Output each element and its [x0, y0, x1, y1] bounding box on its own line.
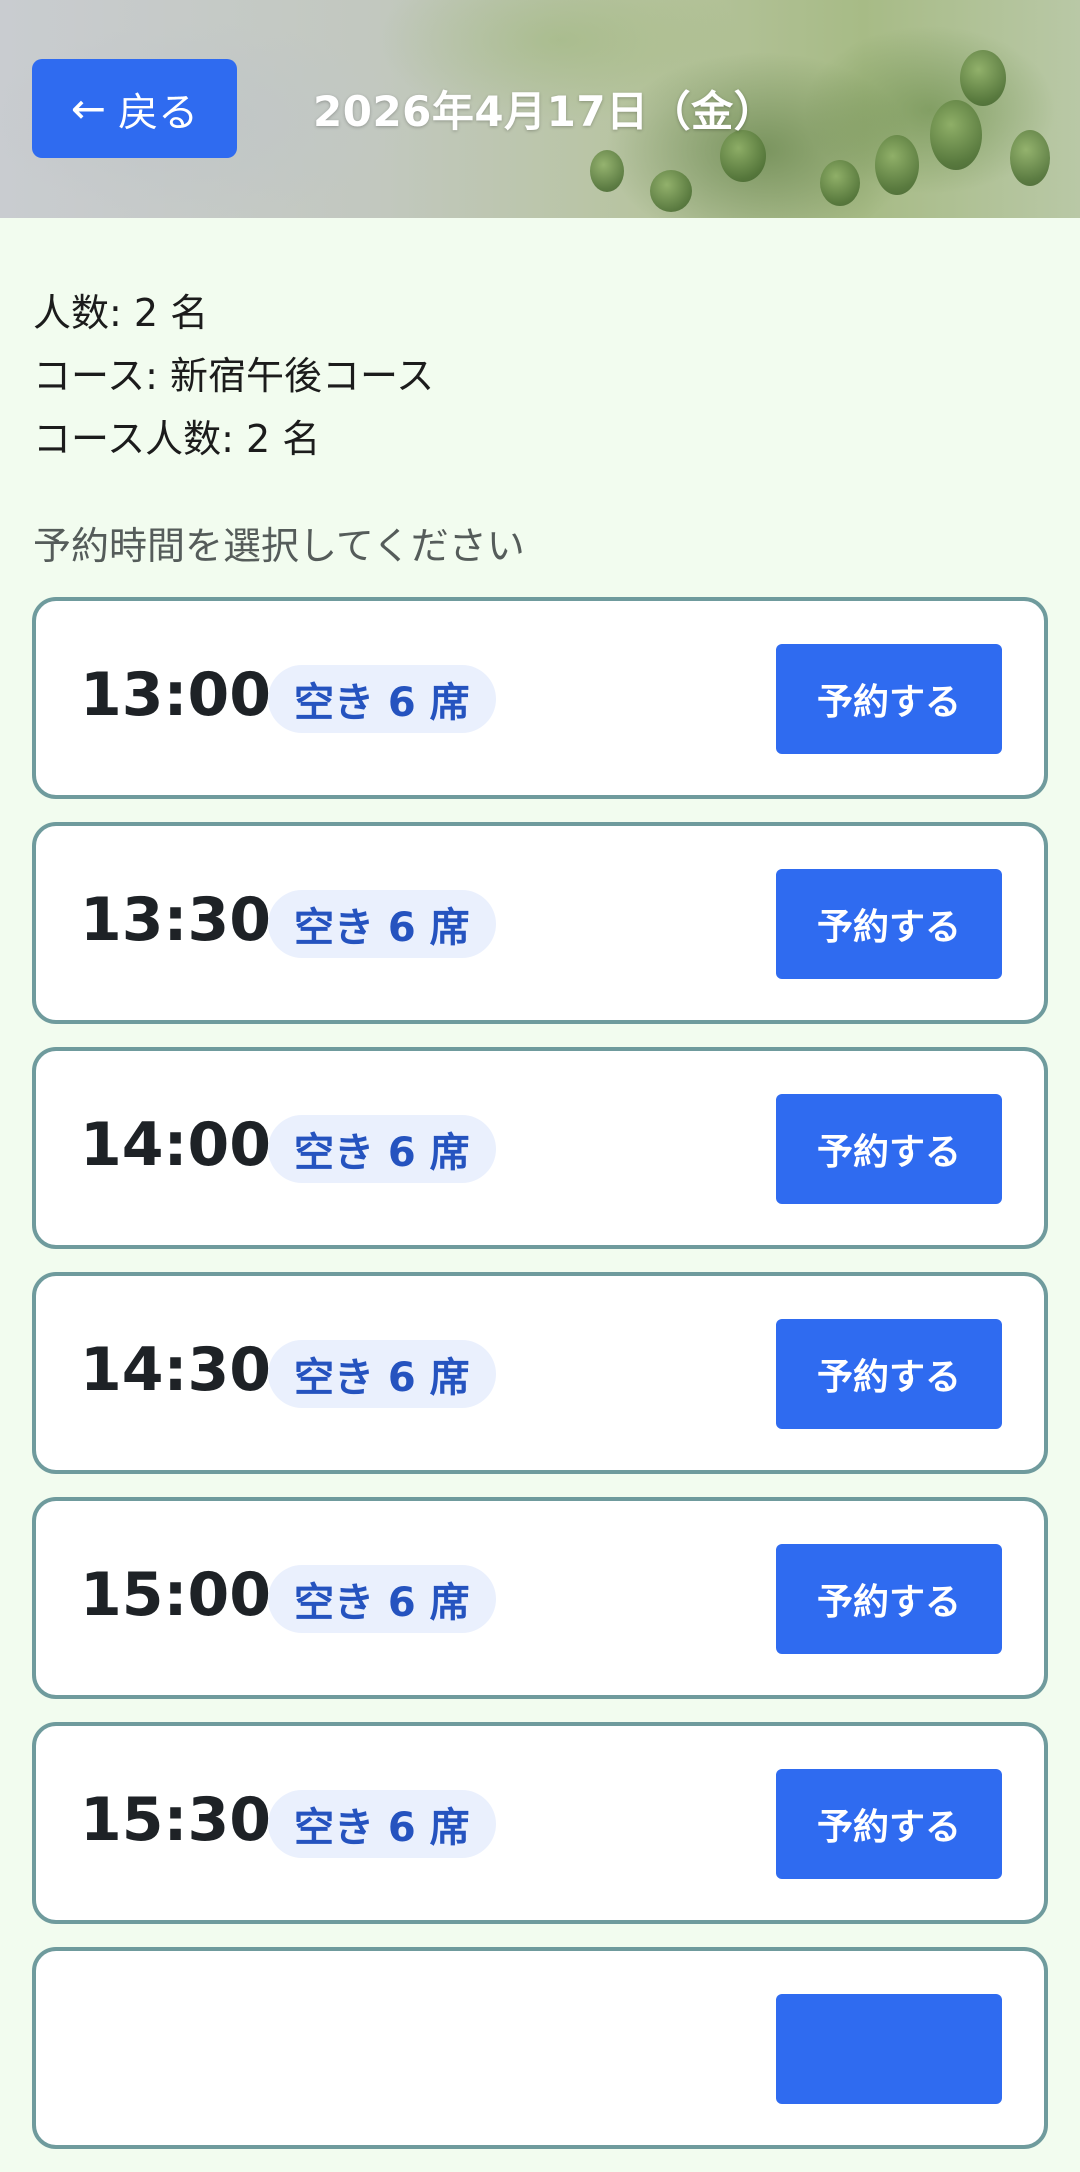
reserve-button[interactable]: 予約する	[776, 1544, 1002, 1654]
reserve-button[interactable]: 予約する	[776, 1769, 1002, 1879]
left-arrow-icon: ←	[70, 83, 107, 133]
flower-bud-image	[590, 150, 624, 192]
people-count: 人数: 2 名	[33, 291, 209, 335]
slot-time: 14:00	[80, 1110, 271, 1180]
time-slot-card: 15:00 空き 6 席 予約する	[32, 1497, 1048, 1699]
slot-time: 15:30	[80, 1785, 271, 1855]
reserve-button[interactable]: 予約する	[776, 869, 1002, 979]
course-people-count: コース人数: 2 名	[33, 417, 321, 461]
back-button[interactable]: ← 戻る	[32, 59, 237, 158]
reserve-button[interactable]: 予約する	[776, 1319, 1002, 1429]
seat-availability-badge: 空き 6 席	[268, 1790, 496, 1858]
slot-time: 15:00	[80, 1560, 271, 1630]
time-slot-list: 13:00 空き 6 席 予約する 13:30 空き 6 席 予約する 14:0…	[32, 597, 1048, 2172]
time-slot-card: 13:30 空き 6 席 予約する	[32, 822, 1048, 1024]
reserve-button[interactable]	[776, 1994, 1002, 2104]
header-banner: ← 戻る 2026年4月17日（金）	[0, 0, 1080, 218]
time-slot-card-partial	[32, 1947, 1048, 2149]
seat-availability-badge: 空き 6 席	[268, 665, 496, 733]
flower-bud-image	[1010, 130, 1050, 186]
seat-availability-badge: 空き 6 席	[268, 1115, 496, 1183]
slot-time: 13:30	[80, 885, 271, 955]
flower-bud-image	[960, 50, 1006, 106]
seat-availability-badge: 空き 6 席	[268, 1340, 496, 1408]
time-slot-card: 14:00 空き 6 席 予約する	[32, 1047, 1048, 1249]
reservation-info: 人数: 2 名 コース: 新宿午後コース コース人数: 2 名	[33, 282, 434, 471]
flower-bud-image	[820, 160, 860, 206]
page-title: 2026年4月17日（金）	[313, 87, 777, 136]
flower-bud-image	[650, 170, 692, 212]
slot-time: 13:00	[80, 660, 271, 730]
course-name: コース: 新宿午後コース	[33, 354, 435, 398]
flower-bud-image	[930, 100, 982, 170]
reserve-button[interactable]: 予約する	[776, 1094, 1002, 1204]
time-slot-card: 14:30 空き 6 席 予約する	[32, 1272, 1048, 1474]
select-time-prompt: 予約時間を選択してください	[33, 524, 525, 568]
back-button-label: 戻る	[118, 89, 199, 136]
seat-availability-badge: 空き 6 席	[268, 1565, 496, 1633]
time-slot-card: 13:00 空き 6 席 予約する	[32, 597, 1048, 799]
reserve-button[interactable]: 予約する	[776, 644, 1002, 754]
flower-bud-image	[875, 135, 919, 195]
time-slot-card: 15:30 空き 6 席 予約する	[32, 1722, 1048, 1924]
seat-availability-badge: 空き 6 席	[268, 890, 496, 958]
slot-time: 14:30	[80, 1335, 271, 1405]
